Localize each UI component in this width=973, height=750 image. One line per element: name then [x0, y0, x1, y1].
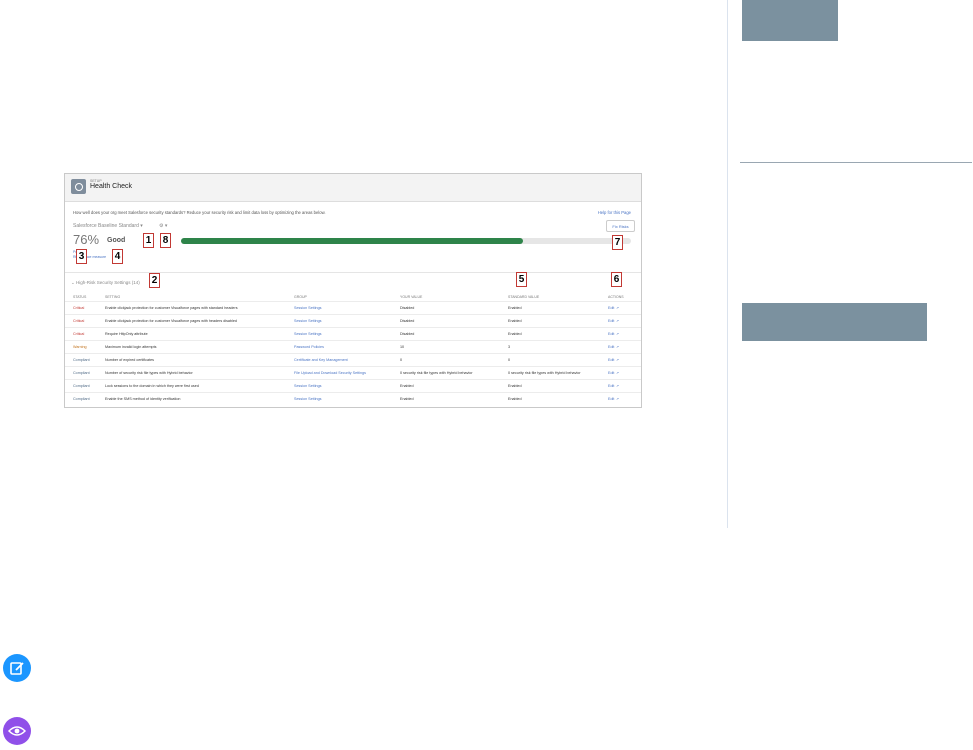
- score-progress-fill: [181, 238, 523, 244]
- standard-value-cell: Enabled: [508, 384, 522, 388]
- edit-link[interactable]: Edit: [608, 345, 614, 349]
- external-link-icon: ↗: [616, 306, 620, 310]
- external-link-icon: ↗: [616, 358, 620, 362]
- your-value-cell: 0 security risk file types with Hybrid b…: [400, 371, 473, 375]
- score-progress-bar: [181, 238, 631, 244]
- status-cell: Critical: [73, 306, 85, 310]
- health-check-icon: [71, 179, 86, 194]
- group-link[interactable]: Session Settings: [294, 319, 321, 323]
- callout-7: 7: [612, 235, 623, 250]
- standard-value-cell: Enabled: [508, 332, 522, 336]
- table-row: Compliant Number of security risk file ty…: [65, 366, 641, 380]
- status-cell: Compliant: [73, 358, 90, 362]
- table-row: Warning Maximum invalid login attempts Pas…: [65, 340, 641, 354]
- column-header-standard-value: STANDARD VALUE: [508, 295, 540, 299]
- setting-cell: Enable the SMS method of identity verifi…: [105, 397, 181, 401]
- status-cell: Critical: [73, 332, 85, 336]
- callout-8: 8: [160, 233, 171, 248]
- sidebar-divider: [727, 0, 728, 528]
- edit-link[interactable]: Edit: [608, 371, 614, 375]
- score-rating: Good: [107, 237, 126, 244]
- your-value-cell: 10: [400, 345, 405, 349]
- your-value-cell: Disabled: [400, 332, 415, 336]
- setting-cell: Number of security risk file types with …: [105, 371, 193, 375]
- callout-5: 5: [516, 272, 527, 287]
- edit-link[interactable]: Edit: [608, 306, 614, 310]
- table-row: Compliant Number of expired certificates C…: [65, 353, 641, 367]
- edit-note-icon: [3, 654, 31, 682]
- external-link-icon: ↗: [616, 384, 620, 388]
- setting-cell: Lock sessions to the domain in which the…: [105, 384, 199, 388]
- external-link-icon: ↗: [616, 332, 620, 336]
- group-link[interactable]: Session Settings: [294, 306, 321, 310]
- table-row: Critical Enable clickjack protection for …: [65, 301, 641, 315]
- external-link-icon: ↗: [616, 345, 620, 349]
- callout-2: 2: [149, 273, 160, 288]
- score-value: 76%: [73, 232, 100, 247]
- standard-value-cell: 0 security risk file types with Hybrid b…: [508, 371, 581, 375]
- table-row: Compliant Enable the SMS method of identi…: [65, 392, 641, 406]
- setting-cell: Enable clickjack protection for customer…: [105, 306, 238, 310]
- intro-text: How well does your org meet Salesforce s…: [73, 210, 326, 215]
- callout-3: 3: [76, 249, 87, 264]
- edit-link[interactable]: Edit: [608, 384, 614, 388]
- column-header-status: STATUS: [73, 295, 87, 299]
- group-link[interactable]: Session Settings: [294, 384, 321, 388]
- group-link[interactable]: Session Settings: [294, 332, 321, 336]
- external-link-icon: ↗: [616, 319, 620, 323]
- section-toggle[interactable]: ⌄ High-Risk Security Settings (14): [71, 280, 140, 286]
- table-row: Critical Enable clickjack protection for …: [65, 314, 641, 328]
- sidebar-block-bottom: [742, 303, 927, 341]
- edit-link[interactable]: Edit: [608, 358, 614, 362]
- group-link[interactable]: Session Settings: [294, 397, 321, 401]
- settings-dropdown[interactable]: ⚙ ▾: [159, 223, 167, 229]
- edit-link[interactable]: Edit: [608, 319, 614, 323]
- edit-link[interactable]: Edit: [608, 332, 614, 336]
- group-link[interactable]: Password Policies: [294, 345, 324, 349]
- standard-value-cell: 0: [508, 358, 511, 362]
- your-value-cell: Disabled: [400, 306, 415, 310]
- your-value-cell: Enabled: [400, 384, 414, 388]
- column-header-setting: SETTING: [105, 295, 121, 299]
- status-cell: Critical: [73, 319, 85, 323]
- baseline-dropdown[interactable]: Salesforce Baseline Standard ▾: [73, 223, 143, 229]
- column-header-your-value: YOUR VALUE: [400, 295, 423, 299]
- standard-value-cell: Enabled: [508, 397, 522, 401]
- help-link[interactable]: Help for this Page: [598, 210, 631, 215]
- your-value-cell: Disabled: [400, 319, 415, 323]
- page-title: Health Check: [90, 183, 133, 190]
- column-header-actions: ACTIONS: [608, 295, 624, 299]
- sidebar-block-top: [742, 0, 838, 41]
- status-cell: Warning: [73, 345, 87, 349]
- table-row: Critical Require HttpOnly attribute Sessio…: [65, 327, 641, 341]
- your-value-cell: 0: [400, 358, 403, 362]
- setting-cell: Enable clickjack protection for customer…: [105, 319, 237, 323]
- standard-value-cell: Enabled: [508, 306, 522, 310]
- external-link-icon: ↗: [616, 397, 620, 401]
- status-cell: Compliant: [73, 371, 90, 375]
- external-link-icon: ↗: [616, 371, 620, 375]
- sidebar-rule: [740, 162, 972, 163]
- your-value-cell: Enabled: [400, 397, 414, 401]
- standard-value-cell: Enabled: [508, 319, 522, 323]
- setting-cell: Maximum invalid login attempts: [105, 345, 157, 349]
- eye-icon: [3, 717, 31, 745]
- callout-6: 6: [611, 272, 622, 287]
- health-check-screenshot: SETUP Health Check How well does your or…: [64, 173, 642, 408]
- page-header: SETUP Health Check: [65, 174, 641, 202]
- group-link[interactable]: Certificate and Key Management: [294, 358, 348, 362]
- edit-link[interactable]: Edit: [608, 397, 614, 401]
- group-link[interactable]: File Upload and Download Security Settin…: [294, 371, 366, 375]
- status-cell: Compliant: [73, 397, 90, 401]
- setting-cell: Require HttpOnly attribute: [105, 332, 148, 336]
- table-row: Compliant Lock sessions to the domain in …: [65, 379, 641, 393]
- setting-cell: Number of expired certificates: [105, 358, 154, 362]
- callout-1: 1: [143, 233, 154, 248]
- callout-4: 4: [112, 249, 123, 264]
- column-header-group: GROUP: [294, 295, 307, 299]
- fix-risks-button[interactable]: Fix Risks: [606, 220, 635, 232]
- status-cell: Compliant: [73, 384, 90, 388]
- standard-value-cell: 3: [508, 345, 511, 349]
